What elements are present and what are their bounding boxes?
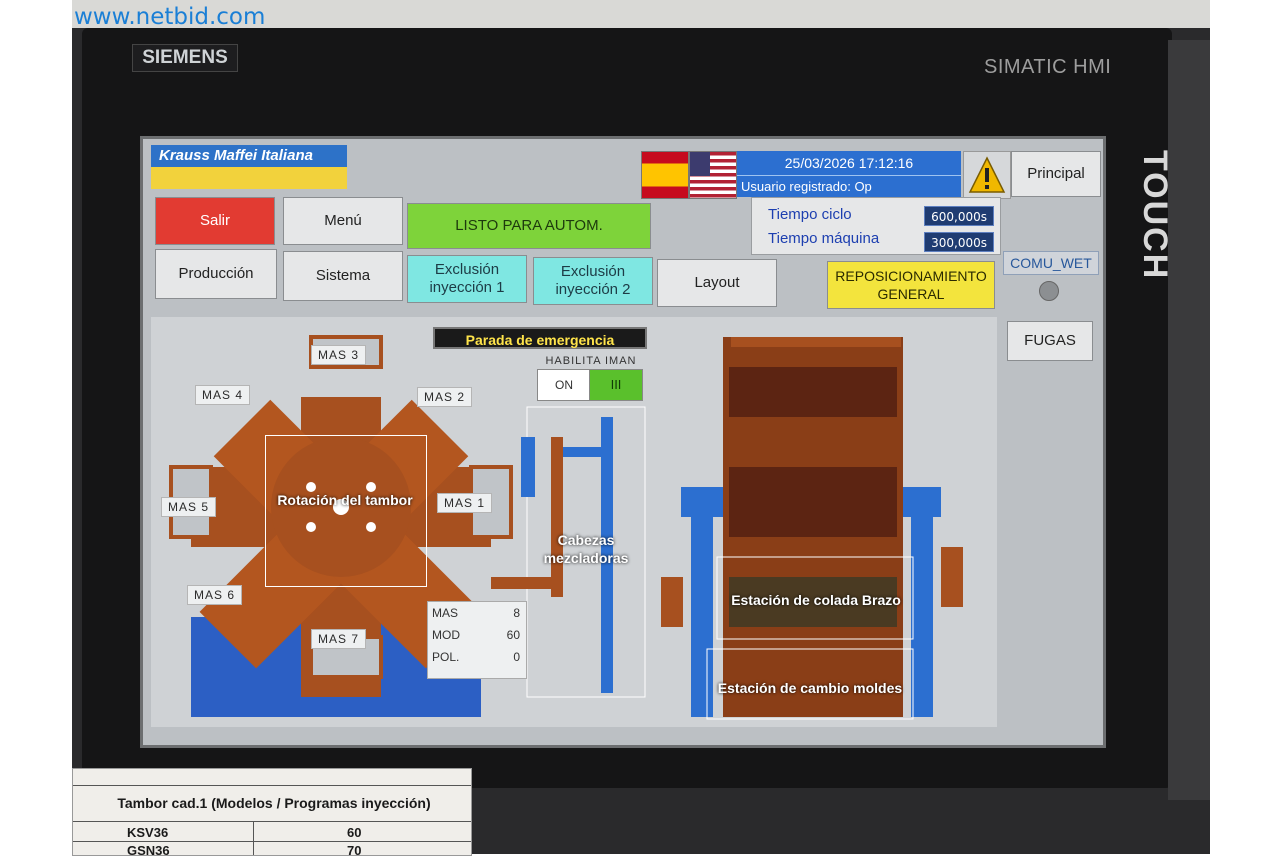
station-mas-2[interactable]: MAS 2 [417,387,473,407]
produccion-button[interactable]: Producción [155,249,277,299]
plant-diagram: Parada de emergencia HABILITA IMAN ON II… [151,317,997,727]
sheet-rule [73,821,471,822]
mold-change-station-label[interactable]: Estación de cambio moldes [703,679,917,697]
tiempo-ciclo-label: Tiempo ciclo [768,206,852,223]
tiempo-maquina-value: 300,000s [924,232,994,252]
datetime-user-panel: 25/03/2026 17:12:16 Usuario registrado: … [737,151,961,197]
sheet-rule [73,841,471,842]
mas-value: 8 [513,606,520,620]
tiempo-ciclo-value: 600,000s [924,206,994,226]
touch-label: TOUCH [1136,150,1174,281]
station-mas-4[interactable]: MAS 4 [195,385,251,405]
sheet-divider [253,821,254,855]
menu-button[interactable]: Menú [283,197,403,245]
warning-button[interactable] [963,151,1011,199]
paper-sheet: Tambor cad.1 (Modelos / Programas inyecc… [72,768,472,858]
pol-value: 0 [513,650,520,664]
comu-wet-indicator [1039,281,1059,301]
exclusion-inyeccion-2-button[interactable]: Exclusión inyección 2 [533,257,653,305]
station-mas-3[interactable]: MAS 3 [311,345,367,365]
station-mas-1[interactable]: MAS 1 [437,493,493,513]
drum-rotation-label[interactable]: Rotación del tambor [275,491,415,509]
sheet-value-2: 70 [347,843,362,858]
drum-rotation-frame [265,435,427,587]
station-mas-7[interactable]: MAS 7 [311,629,367,649]
hmi-screen: Krauss Maffei Italiana 25/03/2026 17:12:… [140,136,1106,748]
mod-value: 60 [506,628,520,642]
pour-station-label[interactable]: Estación de colada Brazo [711,591,921,609]
emergency-stop-indicator[interactable]: Parada de emergencia [433,327,647,349]
listo-autom-button[interactable]: LISTO PARA AUTOM. [407,203,651,249]
cycle-time-panel: Tiempo ciclo 600,000s Tiempo máquina 300… [751,197,1001,255]
station-mas-5[interactable]: MAS 5 [161,497,217,517]
pol-label: POL. [432,650,460,664]
us-flag-icon[interactable] [689,151,737,199]
sheet-model-2: GSN36 [127,843,170,858]
sheet-rule [73,785,471,786]
reposicionamiento-general-button[interactable]: REPOSICIONAMIENTO GENERAL [827,261,995,309]
habilita-iman-label: HABILITA IMAN [545,355,637,367]
datetime: 25/03/2026 17:12:16 [737,151,961,176]
sistema-button[interactable]: Sistema [283,251,403,301]
mas-info-panel: MAS 8 MOD 60 POL. 0 [427,601,527,679]
exclusion-inyeccion-1-button[interactable]: Exclusión inyección 1 [407,255,527,303]
company-banner: Krauss Maffei Italiana [151,145,347,167]
bezel-right-edge [1168,40,1210,800]
comu-wet-label: COMU_WET [1003,251,1099,275]
layout-button[interactable]: Layout [657,259,777,307]
watermark: www.netbid.com [74,4,266,30]
sheet-value-1: 60 [347,825,362,840]
fugas-button[interactable]: FUGAS [1007,321,1093,361]
spanish-flag-icon[interactable] [641,151,689,199]
warning-icon [968,156,1006,193]
sheet-model-1: KSV36 [127,825,169,840]
mas-label: MAS [432,606,459,620]
user-status: Usuario registrado: Op [741,179,872,194]
tiempo-maquina-label: Tiempo máquina [768,230,880,247]
station-mas-6[interactable]: MAS 6 [187,585,243,605]
mixing-heads-label[interactable]: Cabezas mezcladoras [531,531,641,567]
simatic-label: SIMATIC HMI [984,56,1112,78]
iman-off-button[interactable]: III [589,369,643,401]
siemens-logo: SIEMENS [132,44,238,72]
mod-label: MOD [432,628,460,642]
salir-button[interactable]: Salir [155,197,275,245]
iman-on-button[interactable]: ON [537,369,591,401]
principal-button[interactable]: Principal [1011,151,1101,197]
mold-station-graphic [661,337,963,720]
sheet-title: Tambor cad.1 (Modelos / Programas inyecc… [117,795,431,811]
company-banner-bar [151,167,347,189]
